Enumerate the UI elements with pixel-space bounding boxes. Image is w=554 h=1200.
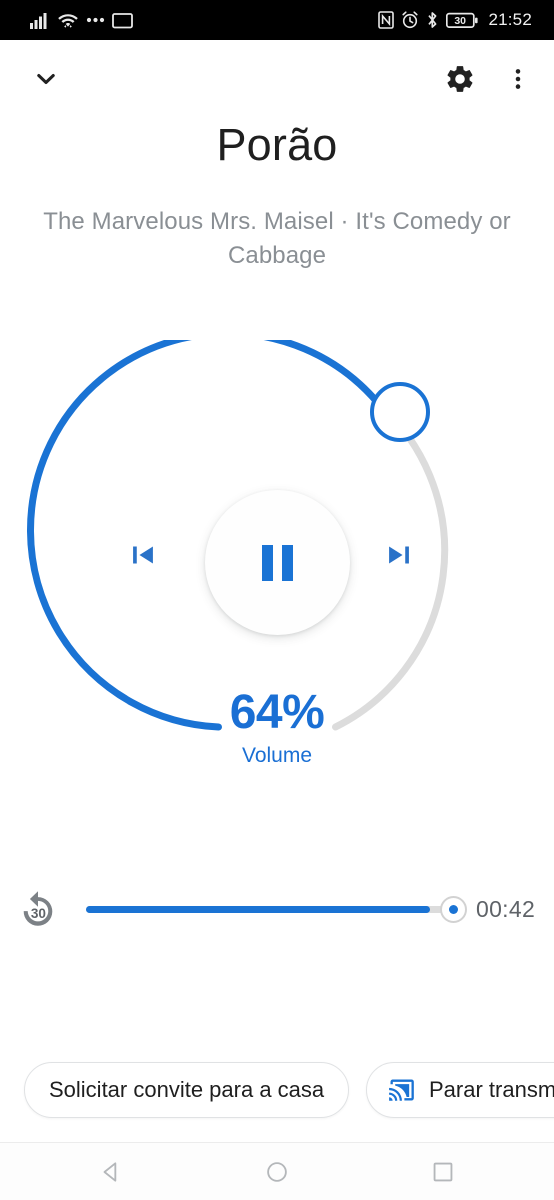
- skip-previous-icon: [133, 546, 153, 564]
- app-bar: [0, 40, 554, 118]
- android-nav-bar: [0, 1142, 554, 1200]
- home-circle-icon: [267, 1161, 287, 1182]
- settings-button[interactable]: [440, 59, 480, 99]
- cast-connected-icon: [389, 1079, 414, 1101]
- volume-thumb[interactable]: [370, 382, 430, 442]
- collapse-button[interactable]: [26, 59, 66, 99]
- stop-casting-chip[interactable]: Parar transmissão: [366, 1062, 554, 1118]
- seek-row: 30 00:42: [0, 880, 554, 940]
- pause-icon: [262, 544, 293, 581]
- more-vert-icon: [515, 69, 521, 89]
- volume-percent-value: 64%: [229, 686, 325, 739]
- elapsed-time: 00:42: [476, 896, 536, 922]
- nav-back-button[interactable]: [89, 1150, 133, 1194]
- previous-track-button[interactable]: [126, 538, 172, 584]
- replay-30-icon: 30: [23, 891, 53, 926]
- battery-icon: 30: [446, 12, 479, 28]
- replay-30-button[interactable]: 30: [16, 888, 60, 932]
- alarm-icon: [402, 11, 419, 29]
- status-bar: 30 21:52: [0, 0, 554, 40]
- cast-screen-icon: [112, 12, 133, 28]
- request-home-invite-chip[interactable]: Solicitar convite para a casa: [24, 1062, 350, 1118]
- nfc-icon: [378, 11, 395, 29]
- device-title: Porão: [216, 119, 338, 170]
- stop-casting-label: Parar transmissão: [429, 1077, 554, 1102]
- more-dots-icon: [86, 17, 105, 23]
- overflow-menu-button[interactable]: [498, 59, 538, 99]
- volume-label: Volume: [241, 744, 313, 767]
- gear-icon: [447, 66, 473, 92]
- seek-track[interactable]: [86, 906, 456, 913]
- status-bar-clock: 21:52: [488, 10, 532, 29]
- request-home-invite-label: Solicitar convite para a casa: [49, 1077, 325, 1102]
- skip-next-icon: [389, 546, 409, 564]
- bluetooth-icon: [428, 12, 437, 28]
- chevron-down-icon: [37, 74, 55, 84]
- wifi-icon: [58, 13, 78, 28]
- nav-recents-button[interactable]: [421, 1150, 465, 1194]
- recents-square-icon: [433, 1162, 453, 1181]
- next-track-button[interactable]: [382, 538, 428, 584]
- cast-media-controller-screen: 30 21:52 Porão The Marvelous Mrs. Maisel…: [0, 0, 554, 1200]
- battery-level-text: 30: [455, 15, 467, 27]
- cellular-signal-icon: [30, 12, 47, 29]
- nav-home-button[interactable]: [255, 1150, 299, 1194]
- status-bar-right-icons: 30 21:52: [378, 10, 532, 30]
- play-pause-button[interactable]: [205, 490, 350, 635]
- now-playing-subtitle: The Marvelous Mrs. Maisel · It's Comedy …: [43, 208, 511, 270]
- seek-progress-fill: [86, 906, 431, 913]
- status-bar-left-icons: [30, 12, 133, 29]
- seek-thumb[interactable]: [440, 896, 467, 923]
- replay-seconds-text: 30: [31, 906, 46, 921]
- back-triangle-icon: [103, 1161, 117, 1182]
- action-chip-row: Solicitar convite para a casa Parar tran…: [0, 1062, 554, 1120]
